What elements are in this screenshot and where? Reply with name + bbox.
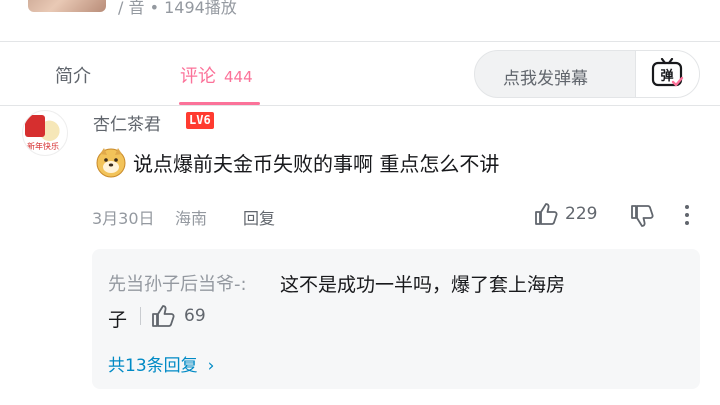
tab-comments[interactable]: 评论 444 [180, 62, 253, 88]
comment-username[interactable]: 杏仁茶君 [93, 110, 161, 135]
avatar-hat [25, 115, 45, 137]
comment-text: 说点爆前夫金币失败的事啊 重点怎么不讲 [133, 152, 500, 176]
danmaku-placeholder: 点我发弹幕 [503, 69, 588, 89]
video-thumbnail[interactable] [28, 0, 106, 12]
tab-comments-count: 444 [224, 68, 253, 86]
danmaku-input[interactable]: 点我发弹幕 弹 [474, 50, 700, 98]
divider [140, 307, 141, 325]
sub-reply-like-count: 69 [184, 306, 206, 326]
tab-intro[interactable]: 简介 [55, 62, 91, 88]
avatar[interactable]: 新年快乐 [22, 110, 68, 156]
reply-button[interactable]: 回复 [243, 205, 275, 229]
danmaku-toggle-button[interactable]: 弹 [635, 51, 699, 97]
svg-text:弹: 弹 [660, 68, 673, 84]
thumbs-up-icon [535, 203, 558, 225]
tab-bar: 简介 评论 444 点我发弹幕 弹 [0, 42, 720, 106]
view-more-replies-link[interactable]: 共13条回复 › [108, 351, 214, 376]
comment-date: 3月30日 [92, 209, 155, 228]
doge-emoji-icon [96, 148, 126, 178]
video-meta: / 音 • 1494播放 [118, 0, 237, 17]
tab-comments-label: 评论 [180, 66, 216, 87]
more-options-icon[interactable] [684, 203, 690, 227]
video-info-strip: / 音 • 1494播放 [0, 0, 720, 42]
sub-reply-thumbs-up-icon[interactable] [150, 303, 176, 329]
view-more-replies-label: 共13条回复 [108, 356, 198, 376]
sub-reply-box: 先当孙子后当爷-: 这不是成功一半吗，爆了套上海房 子 69 共13条回复 › [92, 249, 700, 389]
sub-reply-text-line2: 子 [108, 309, 128, 331]
chevron-right-icon: › [207, 356, 215, 376]
thumbs-down-icon[interactable] [629, 203, 655, 229]
sub-reply-text-line1: 这不是成功一半吗，爆了套上海房 [280, 274, 566, 296]
danmaku-icon: 弹 [651, 58, 684, 87]
active-tab-indicator [179, 102, 260, 105]
comment-location: 海南 [175, 209, 208, 228]
avatar-text: 新年快乐 [27, 142, 59, 151]
level-badge: LV6 [186, 112, 214, 129]
like-count: 229 [565, 204, 598, 224]
sub-reply-username[interactable]: 先当孙子后当爷-: [108, 270, 247, 296]
